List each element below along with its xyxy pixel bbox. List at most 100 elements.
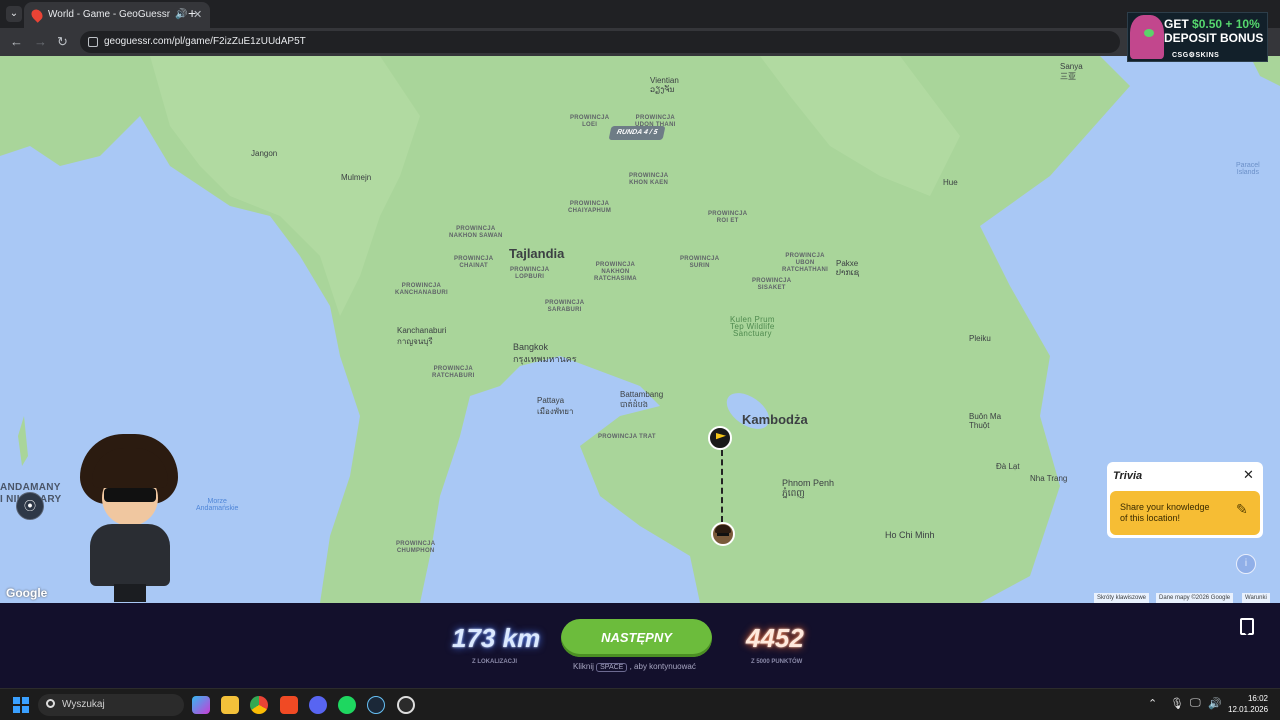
spotify-icon[interactable] [338, 696, 356, 714]
distance-line [721, 450, 723, 522]
trivia-share-button[interactable]: Share your knowledge of this location! ✎ [1110, 491, 1260, 535]
province-label: PROWINCJA ROI ET [708, 211, 748, 224]
city-label: Buôn Ma Thuột [969, 412, 1002, 430]
distance-caption: Z LOKALIZACJI [472, 659, 517, 665]
city-label: Ho Chi Minh [885, 530, 935, 540]
country-label-cambodia: Kambodża [742, 412, 808, 427]
pencil-icon: ✎ [1236, 501, 1248, 517]
site-info-icon[interactable] [88, 37, 98, 47]
promo-line-1: GET $0.50 + 10% [1164, 17, 1260, 31]
space-key-badge: SPACE [596, 663, 628, 672]
browser-tab-bar: ⌄ World - Game - GeoGuessr 🔊 ✕ + [0, 0, 1280, 28]
province-label: PROWINCJA SISAKET [752, 278, 792, 291]
city-label: Pleiku [969, 334, 991, 343]
taskbar-clock[interactable]: 16:02 12.01.2026 [1228, 693, 1268, 715]
province-label: PROWINCJA NAKHON RATCHASIMA [594, 262, 637, 282]
forward-icon[interactable]: → [34, 34, 47, 49]
province-label: PROWINCJA SURIN [680, 256, 720, 269]
province-label: PROWINCJA TRAT [598, 434, 656, 440]
avatar-legs [114, 584, 146, 602]
trivia-title: Trivia [1113, 470, 1143, 482]
search-icon [46, 699, 55, 708]
volume-icon[interactable]: 🔊 [1208, 697, 1222, 710]
city-label: Pattaya เมืองพัทยา [537, 396, 574, 416]
next-button[interactable]: NASTĘPNY [561, 619, 712, 657]
promo-brand: CSG⚙SKINS [1172, 52, 1220, 59]
city-label: Bangkok กรุงเทพมหานคร [513, 342, 577, 364]
province-label: PROWINCJA LOPBURI [510, 267, 550, 280]
monster-icon [1130, 15, 1164, 59]
country-label-thailand: Tajlandia [509, 246, 565, 261]
terms-link[interactable]: Warunki [1242, 593, 1270, 603]
player-avatar [78, 434, 184, 602]
start-button[interactable] [13, 697, 29, 713]
tab-list-button[interactable]: ⌄ [6, 6, 22, 22]
avatar-glasses [104, 488, 156, 502]
steam-icon[interactable] [367, 696, 385, 714]
result-bar: 173 km Z LOKALIZACJI NASTĘPNY Kliknij SP… [0, 603, 1280, 688]
network-icon[interactable]: 🖵 [1190, 697, 1201, 710]
trivia-close-button[interactable]: ✕ [1243, 467, 1254, 483]
back-icon[interactable]: ← [10, 34, 23, 49]
discord-icon[interactable] [309, 696, 327, 714]
province-label: PROWINCJA NAKHON SAWAN [449, 226, 503, 239]
new-tab-button[interactable]: + [188, 5, 196, 21]
bookmark-icon[interactable] [1240, 618, 1254, 635]
chevron-up-icon[interactable]: ⌃ [1148, 697, 1157, 710]
province-label: PROWINCJA RATCHABURI [432, 366, 475, 379]
province-label: PROWINCJA KHON KAEN [629, 173, 669, 186]
promo-banner[interactable]: GET $0.50 + 10% DEPOSIT BONUS CSG⚙SKINS [1127, 12, 1268, 62]
correct-location-marker[interactable] [711, 522, 735, 546]
province-label: PROWINCJA CHUMPHON [396, 541, 436, 554]
avatar-hair [715, 525, 731, 533]
clock-time: 16:02 [1247, 694, 1268, 703]
obs-icon[interactable] [397, 696, 415, 714]
distance-value: 173 km [452, 623, 541, 653]
province-label: PROWINCJA SARABURI [545, 300, 585, 313]
round-indicator: RUNDA 4 / 5 [608, 126, 666, 140]
sea-label: Paracel Islands [1236, 162, 1260, 176]
taskbar-search-placeholder: Wyszukaj [62, 699, 105, 710]
continue-hint: Kliknij SPACE , aby kontynuować [573, 662, 696, 672]
promo-line-2: DEPOSIT BONUS [1164, 31, 1264, 45]
park-label: Kulen Prum Tep Wildlife Sanctuary [730, 315, 775, 338]
file-explorer-icon[interactable] [221, 696, 239, 714]
province-label: PROWINCJA LOEI [570, 115, 610, 128]
city-label: Đà Lạt [996, 462, 1020, 471]
address-bar-row: ← → ↻ geoguessr.com/pl/game/F2izZuE1zUUd… [0, 28, 1280, 56]
sea-label: Morze Andamańskie [196, 498, 239, 512]
province-label: PROWINCJA CHAIYAPHUM [568, 201, 612, 214]
browser-tab[interactable]: World - Game - GeoGuessr 🔊 ✕ [24, 2, 210, 28]
avatar-glasses [717, 533, 729, 536]
city-label: Nha Trang [1030, 474, 1068, 483]
trivia-panel: Trivia ✕ Share your knowledge of this lo… [1107, 462, 1263, 538]
microphone-icon[interactable]: 🎙 [1170, 697, 1184, 710]
avatar-body [90, 524, 170, 586]
city-label: Mulmejn [341, 173, 372, 182]
location-pin-icon[interactable]: ⦿ [16, 492, 44, 520]
reload-icon[interactable]: ↻ [57, 34, 68, 50]
tab-audio-icon[interactable]: 🔊 [175, 2, 187, 28]
city-label: Hue [943, 178, 958, 187]
score-caption: Z 5000 PUNKTÓW [751, 659, 803, 665]
guess-marker[interactable] [708, 426, 732, 450]
info-icon[interactable]: i [1236, 554, 1256, 574]
trivia-prompt: Share your knowledge of this location! [1120, 502, 1210, 523]
url-field[interactable]: geoguessr.com/pl/game/F2izZuE1zUUdAP5T [80, 31, 1120, 53]
keyboard-shortcuts-link[interactable]: Skróty klawiszowe [1094, 593, 1150, 603]
city-label: Pakxe ປາກເຊ [836, 259, 860, 277]
taskbar-search[interactable]: Wyszukaj [38, 694, 184, 716]
copilot-icon[interactable] [192, 696, 210, 714]
tab-title: World - Game - GeoGuessr [48, 9, 171, 20]
result-map[interactable]: Tajlandia Kambodża Vientian ວຽງຈັນ Bangko… [0, 56, 1280, 603]
chrome-icon[interactable] [250, 696, 268, 714]
score-value: 4452 [746, 623, 804, 653]
province-label: PROWINCJA CHAINAT [454, 256, 494, 269]
city-label: Battambang បាត់ដំបង [620, 390, 664, 409]
province-label: PROWINCJA KANCHANABURI [395, 283, 448, 296]
city-label: Phnom Penh ភ្នំពេញ [782, 478, 835, 498]
city-label: Sanya 三亚 [1060, 62, 1083, 81]
brave-icon[interactable] [280, 696, 298, 714]
google-logo: Google [6, 586, 48, 600]
windows-taskbar: Wyszukaj ⌃ 🎙 🖵 🔊 16:02 12.01.2026 [0, 688, 1280, 720]
